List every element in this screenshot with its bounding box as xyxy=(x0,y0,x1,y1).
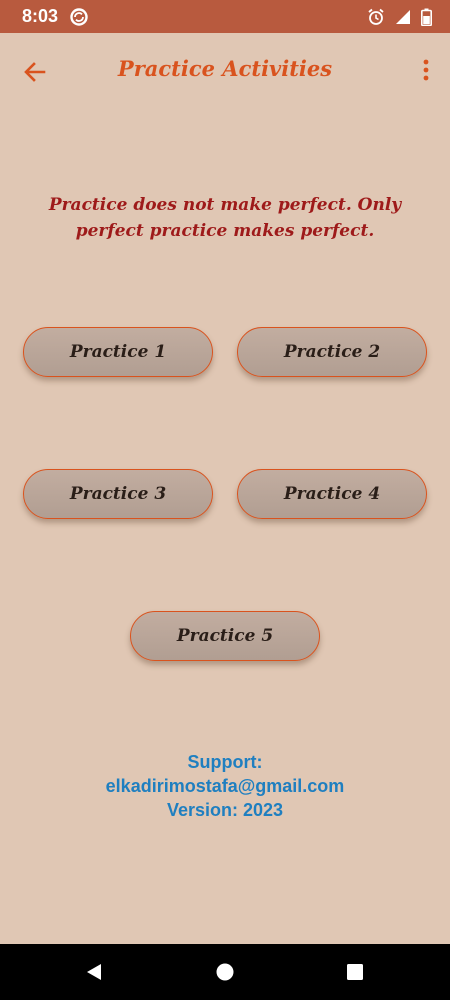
nav-back-button[interactable] xyxy=(83,961,105,983)
sync-icon xyxy=(70,7,88,26)
signal-icon xyxy=(395,9,411,25)
status-bar: 8:03 xyxy=(0,0,450,33)
practice-2-button[interactable]: Practice 2 xyxy=(237,327,427,377)
navigation-bar xyxy=(0,944,450,1000)
nav-recents-icon xyxy=(347,964,363,980)
support-email-link[interactable]: elkadirimostafa@gmail.com xyxy=(0,774,450,798)
nav-back-icon xyxy=(87,964,101,980)
alarm-icon xyxy=(367,8,385,26)
practice-3-button[interactable]: Practice 3 xyxy=(23,469,213,519)
support-info: Support: elkadirimostafa@gmail.com Versi… xyxy=(0,750,450,822)
more-vert-icon xyxy=(423,59,429,81)
practice-5-button[interactable]: Practice 5 xyxy=(130,611,320,661)
practice-4-button[interactable]: Practice 4 xyxy=(237,469,427,519)
practice-1-button[interactable]: Practice 1 xyxy=(23,327,213,377)
app-bar: Practice Activities xyxy=(0,33,450,109)
status-right xyxy=(367,8,432,26)
status-left: 8:03 xyxy=(22,6,88,27)
version-text: Version: 2023 xyxy=(166,800,284,820)
motivational-quote: Practice does not make perfect. Only per… xyxy=(48,195,402,241)
nav-home-icon xyxy=(216,963,234,981)
status-time: 8:03 xyxy=(22,6,59,26)
overflow-menu-button[interactable] xyxy=(420,57,432,83)
battery-icon xyxy=(421,8,432,26)
app-title: Practice Activities xyxy=(117,56,333,81)
nav-recents-button[interactable] xyxy=(344,961,366,983)
support-label: Support: xyxy=(187,752,263,772)
nav-home-button[interactable] xyxy=(214,961,236,983)
